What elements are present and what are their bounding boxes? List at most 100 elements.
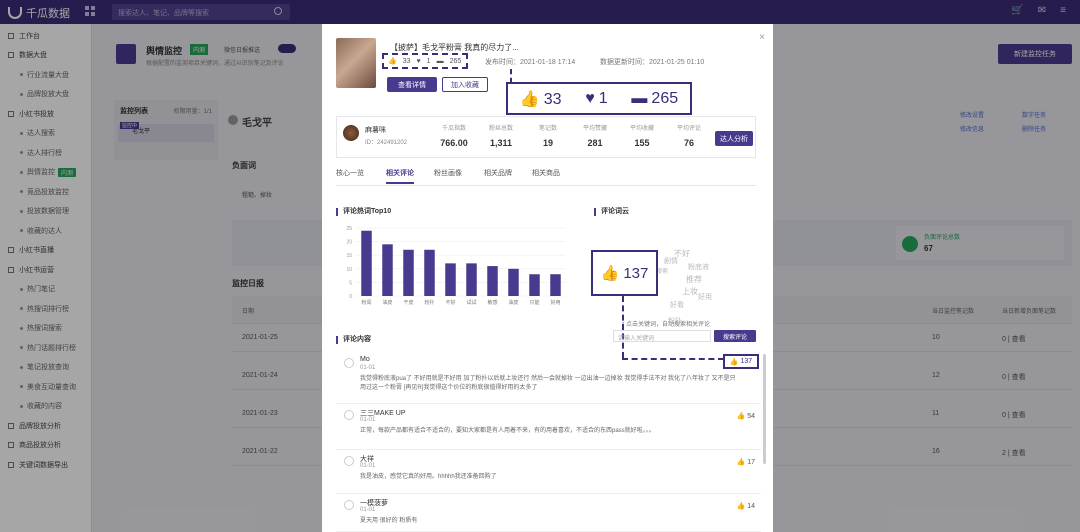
author-metric: 平均赞藏 281	[572, 123, 618, 148]
note-thumbnail[interactable]	[336, 38, 376, 88]
comment-likes: 👍 17	[737, 458, 755, 466]
author-metric: 粉丝总数 1,311	[478, 123, 524, 148]
cloud-like-count: 137	[623, 264, 649, 282]
like-icon: 👍 33	[519, 90, 562, 108]
search-comments-button[interactable]: 搜索评论	[714, 330, 756, 342]
x-tick-label: 油皮	[508, 299, 518, 306]
comment-item: 三三MAKE UP 01-01 正常，每款产品都有适合不适合的，要知大家都是有人用着…	[336, 406, 761, 450]
note-stats-callout: 👍 33 ♥ 1 ▬ 265	[506, 82, 692, 115]
bar[interactable]	[508, 268, 519, 296]
comment-count-small: 265	[449, 57, 462, 65]
x-tick-label: 敏感	[487, 299, 497, 306]
cloud-word[interactable]: 剧情	[664, 256, 678, 266]
comment-like-count: 17	[747, 459, 755, 466]
avatar[interactable]	[344, 358, 354, 368]
author-name[interactable]: 麻薯咪	[365, 125, 386, 135]
comment-date: 01-01	[360, 463, 376, 469]
metric-label: 粉丝总数	[488, 126, 513, 132]
comment-like-count: 54	[747, 413, 755, 420]
x-tick-label: 试试	[466, 299, 476, 306]
metric-value: 766.00	[440, 138, 468, 148]
tab[interactable]: 粉丝画像	[434, 168, 462, 178]
comment-text: 我是油皮，感觉它真的好用。hhhhh我还准备回购了	[360, 474, 497, 480]
word-cloud-title: 评论词云	[594, 208, 629, 216]
bar[interactable]	[466, 263, 477, 296]
note-detail-modal: × 【披萨】毛戈平粉膏 我真的尽力了... 👍 33 ♥ 1 ▬ 265 发布时间：2…	[322, 24, 773, 532]
like-icon: 👍	[729, 358, 739, 366]
cloud-word[interactable]: 好用	[698, 292, 712, 302]
x-tick-label: 好用	[550, 299, 560, 306]
author-metric: 千瓜指数 766.00	[431, 123, 477, 148]
comment-item: 大祥 01-01 我是油皮，感觉它真的好用。hhhhh我还准备回购了 👍 17	[336, 452, 761, 494]
bar[interactable]	[487, 266, 498, 296]
like-icon: 👍	[388, 58, 397, 65]
x-tick-label: 粉扑	[424, 299, 434, 306]
keyword-input[interactable]: 请输入关键词	[613, 330, 711, 342]
author-card: 麻薯咪 ID：242491202 千瓜指数 766.00 粉丝总数 1,311 笔记数 1…	[336, 116, 756, 158]
comment-author: Mo	[360, 356, 370, 363]
update-time: 数据更新时间：2021-01-25 01:10	[600, 59, 705, 66]
tab[interactable]: 相关评论	[386, 168, 414, 184]
bar[interactable]	[529, 274, 540, 296]
author-metric: 平均收藏 155	[619, 123, 665, 148]
like-icon: 👍	[600, 265, 620, 282]
comment-date: 01-01	[360, 507, 376, 513]
comment-like-count: 137	[740, 358, 753, 365]
note-stats-small: 👍 33 ♥ 1 ▬ 265	[382, 53, 468, 69]
author-analyze-button[interactable]: 达人分析	[715, 131, 753, 146]
close-icon[interactable]: ×	[759, 32, 765, 43]
bar[interactable]	[550, 274, 561, 296]
cloud-like-callout: 👍 137	[591, 250, 658, 296]
x-tick-label: 干皮	[403, 299, 413, 306]
cloud-word[interactable]: 好看	[670, 300, 684, 310]
tab[interactable]: 相关品牌	[484, 168, 512, 178]
x-tick-label: 不好	[445, 299, 455, 306]
bar[interactable]	[361, 230, 372, 296]
add-favorite-button[interactable]: 加入收藏	[442, 77, 488, 92]
metric-label: 平均收藏	[629, 126, 654, 132]
tab[interactable]: 核心一览	[336, 168, 364, 178]
avatar[interactable]	[344, 456, 354, 466]
cloud-word[interactable]: 粉底液	[688, 262, 709, 272]
avatar[interactable]	[344, 500, 354, 510]
metric-value: 1,311	[489, 138, 513, 148]
metric-label: 平均评论	[676, 126, 701, 132]
y-tick-label: 10	[346, 267, 352, 273]
comment-text: 我觉得粉底液pua了 不好用就是不好用 加了粉扑以后就上妆还行 然后一会就掉妆 …	[360, 376, 736, 391]
metric-value: 155	[634, 138, 650, 148]
metric-value: 281	[587, 138, 603, 148]
metric-label: 笔记数	[538, 126, 557, 132]
y-tick-label: 5	[349, 280, 352, 286]
bar[interactable]	[403, 249, 414, 296]
tab[interactable]: 相关商品	[532, 168, 560, 178]
comment-date: 01-01	[360, 417, 376, 423]
y-tick-label: 15	[346, 253, 352, 259]
bar[interactable]	[382, 244, 393, 296]
cloud-word[interactable]: 上妆	[682, 286, 698, 297]
metric-value: 19	[542, 138, 553, 148]
author-metric: 平均评论 76	[666, 123, 712, 148]
scrollbar[interactable]	[763, 354, 766, 464]
avatar[interactable]	[343, 125, 359, 141]
heart-icon: ♥ 1	[585, 89, 608, 107]
comment-likes: 👍 54	[737, 412, 755, 420]
comments-title: 评论内容	[336, 336, 371, 344]
bar[interactable]	[445, 263, 456, 296]
metric-label: 千瓜指数	[441, 126, 466, 132]
bar[interactable]	[424, 249, 435, 296]
comment-date: 01-01	[360, 365, 376, 371]
cloud-word[interactable]: 推荐	[686, 274, 702, 285]
x-tick-label: 油皮	[382, 299, 392, 306]
like-icon: 👍	[736, 459, 748, 466]
comment-icon: ▬	[436, 57, 444, 65]
view-detail-button[interactable]: 查看详情	[387, 77, 437, 92]
y-tick-label: 20	[346, 240, 352, 246]
like-icon: 👍	[736, 503, 748, 510]
modal-tabs: 核心一览 相关评论 粉丝画像 相关品牌 相关商品	[336, 166, 756, 186]
metric-value: 76	[683, 138, 694, 148]
publish-time: 发布时间：2021-01-18 17:14	[485, 59, 576, 66]
comment-item: Mo 01-01 我觉得粉底液pua了 不好用就是不好用 加了粉扑以后就上妆还行 然…	[336, 354, 761, 404]
author-id: ID：242491202	[365, 140, 408, 146]
note-title[interactable]: 【披萨】毛戈平粉膏 我真的尽力了...	[390, 42, 519, 53]
avatar[interactable]	[344, 410, 354, 420]
